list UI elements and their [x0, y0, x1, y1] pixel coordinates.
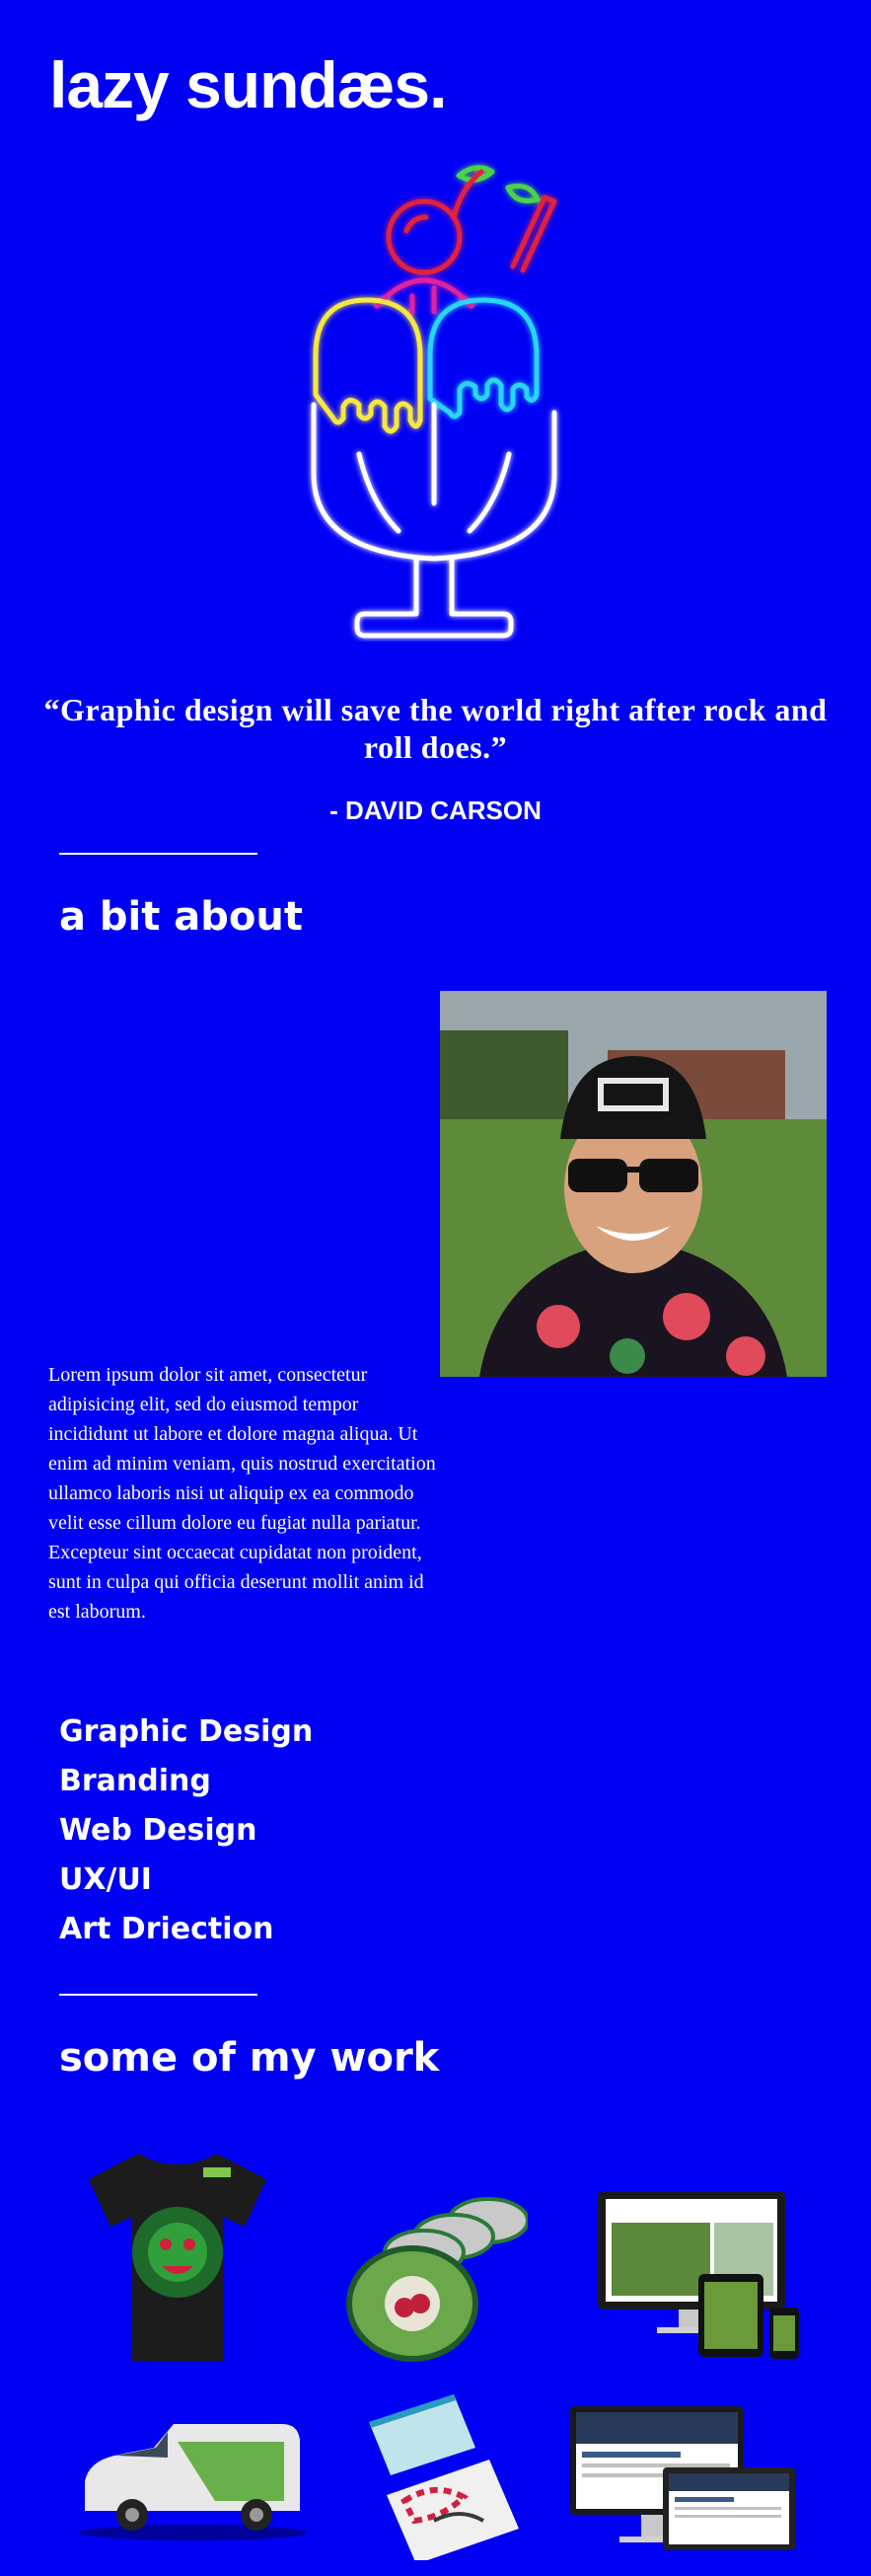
neon-sundae-illustration	[311, 165, 557, 639]
work-title: some of my work	[59, 2035, 440, 2081]
skill-item: Branding	[59, 1764, 211, 1798]
skill-item: UX/UI	[59, 1862, 152, 1897]
work-responsive-site[interactable]	[596, 2189, 807, 2359]
portrait-photo	[440, 991, 827, 1377]
section-divider	[59, 1994, 257, 1996]
work-business-cards[interactable]	[365, 2392, 523, 2564]
skill-item: Graphic Design	[59, 1714, 314, 1749]
skills-list: Graphic Design Branding Web Design UX/UI…	[59, 1707, 313, 1954]
bio-text: Lorem ipsum dolor sit amet, consectetur …	[48, 1364, 436, 1623]
quote-author: - DAVID CARSON	[329, 796, 542, 825]
section-divider	[59, 853, 257, 855]
quote-text: “Graphic design will save the world righ…	[43, 692, 828, 765]
site-logo[interactable]: lazy sundæs.	[49, 47, 447, 122]
work-tshirt[interactable]	[79, 2144, 276, 2361]
skill-item: Art Driection	[59, 1912, 274, 1946]
work-coasters[interactable]	[345, 2193, 530, 2371]
work-van-wrap[interactable]	[75, 2416, 312, 2542]
about-title: a bit about	[59, 894, 304, 940]
work-website-devices[interactable]	[568, 2404, 797, 2552]
skill-item: Web Design	[59, 1813, 257, 1848]
